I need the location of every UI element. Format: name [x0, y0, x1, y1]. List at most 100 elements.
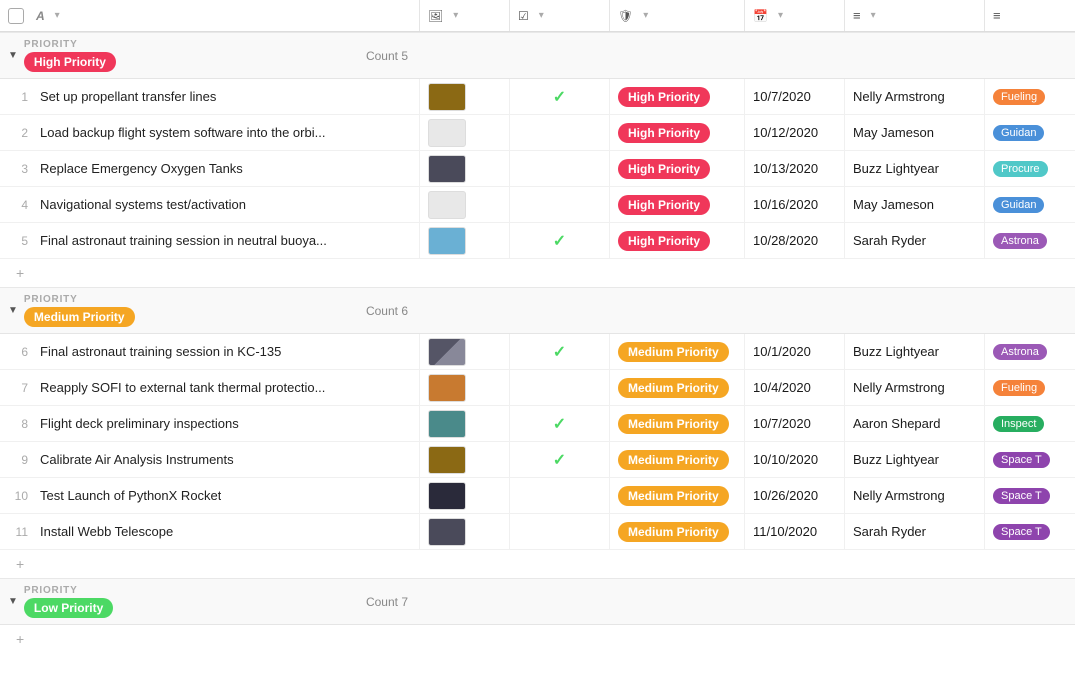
priority-col-icon: 🛡: [618, 9, 633, 23]
add-icon: +: [16, 631, 24, 647]
dept-cell: Inspect: [985, 406, 1075, 441]
photo-cell[interactable]: [420, 151, 510, 186]
photo-cell[interactable]: [420, 223, 510, 258]
task-cell: 8 Flight deck preliminary inspections: [0, 406, 420, 441]
add-row-high[interactable]: +: [0, 259, 1075, 287]
photo-cell[interactable]: [420, 187, 510, 222]
dept-cell: Guidan: [985, 115, 1075, 150]
priority-cell[interactable]: Medium Priority: [610, 406, 745, 441]
priority-cell[interactable]: High Priority: [610, 115, 745, 150]
group-count-high: Count 5: [366, 49, 408, 63]
deadline-cell: 10/1/2020: [745, 334, 845, 369]
collapse-arrow-high[interactable]: ▼: [8, 50, 18, 61]
deadline-col-arrow[interactable]: ▾: [778, 10, 783, 21]
photo-thumb: [428, 410, 466, 438]
contact-column-header: ≡ ▾: [845, 0, 985, 31]
photo-cell[interactable]: [420, 478, 510, 513]
deadline-value: 10/26/2020: [753, 488, 818, 503]
contact-col-arrow[interactable]: ▾: [871, 10, 876, 21]
photo-thumb: [428, 191, 466, 219]
complete-cell[interactable]: ✓: [510, 406, 610, 441]
photo-cell[interactable]: [420, 79, 510, 114]
contact-cell: Buzz Lightyear: [845, 442, 985, 477]
task-cell: 2 Load backup flight system software int…: [0, 115, 420, 150]
add-icon: +: [16, 265, 24, 281]
table-row: 1 Set up propellant transfer lines ✓ Hig…: [0, 79, 1075, 115]
main-table: A ▾ 🖼 ▾ ☑ ▾ 🛡 ▾ 📅 ▾ ≡ ▾: [0, 0, 1075, 675]
table-row: 4 Navigational systems test/activation H…: [0, 187, 1075, 223]
select-all-checkbox[interactable]: [8, 8, 24, 24]
complete-cell[interactable]: [510, 370, 610, 405]
complete-cell[interactable]: [510, 151, 610, 186]
group-header-low: ▼ PRIORITY Low Priority Count 7: [0, 578, 1075, 625]
add-row-medium[interactable]: +: [0, 550, 1075, 578]
priority-col-arrow[interactable]: ▾: [643, 10, 648, 21]
photo-cell[interactable]: [420, 334, 510, 369]
collapse-arrow-low[interactable]: ▼: [8, 596, 18, 607]
complete-col-arrow[interactable]: ▾: [539, 10, 544, 21]
collapse-arrow-medium[interactable]: ▼: [8, 305, 18, 316]
group-badge-high: High Priority: [24, 52, 116, 72]
photo-cell[interactable]: [420, 115, 510, 150]
complete-cell[interactable]: [510, 478, 610, 513]
photo-cell[interactable]: [420, 406, 510, 441]
table-header: A ▾ 🖼 ▾ ☑ ▾ 🛡 ▾ 📅 ▾ ≡ ▾: [0, 0, 1075, 32]
priority-badge: Medium Priority: [618, 522, 729, 542]
task-cell: 9 Calibrate Air Analysis Instruments: [0, 442, 420, 477]
photo-cell[interactable]: [420, 442, 510, 477]
deadline-value: 10/7/2020: [753, 89, 811, 104]
photo-thumb: [428, 446, 466, 474]
complete-cell[interactable]: ✓: [510, 223, 610, 258]
photo-cell[interactable]: [420, 514, 510, 549]
priority-cell[interactable]: Medium Priority: [610, 478, 745, 513]
task-cell: 1 Set up propellant transfer lines: [0, 79, 420, 114]
priority-cell[interactable]: Medium Priority: [610, 514, 745, 549]
dept-cell: Astrona: [985, 223, 1075, 258]
priority-badge: Medium Priority: [618, 450, 729, 470]
complete-check: ✓: [553, 87, 566, 107]
task-name: Test Launch of PythonX Rocket: [40, 488, 221, 503]
row-number: 7: [8, 381, 28, 395]
task-cell: 5 Final astronaut training session in ne…: [0, 223, 420, 258]
dept-cell: Space T: [985, 478, 1075, 513]
task-col-arrow[interactable]: ▾: [55, 10, 60, 21]
complete-check: ✓: [553, 414, 566, 434]
group-count-medium: Count 6: [366, 304, 408, 318]
priority-cell[interactable]: High Priority: [610, 151, 745, 186]
deadline-value: 10/10/2020: [753, 452, 818, 467]
table-row: 10 Test Launch of PythonX Rocket Medium …: [0, 478, 1075, 514]
task-name: Install Webb Telescope: [40, 524, 173, 539]
complete-cell[interactable]: ✓: [510, 442, 610, 477]
group-header-high: ▼ PRIORITY High Priority Count 5: [0, 32, 1075, 79]
photo-thumb: [428, 83, 466, 111]
complete-cell[interactable]: [510, 187, 610, 222]
contact-value: Buzz Lightyear: [853, 344, 939, 359]
priority-cell[interactable]: High Priority: [610, 223, 745, 258]
task-column-header: A ▾: [0, 0, 420, 31]
dept-badge: Space T: [993, 452, 1050, 468]
dept-column-header: ≡: [985, 0, 1075, 31]
complete-cell[interactable]: [510, 115, 610, 150]
priority-cell[interactable]: Medium Priority: [610, 442, 745, 477]
row-number: 2: [8, 126, 28, 140]
deadline-cell: 10/7/2020: [745, 406, 845, 441]
complete-cell[interactable]: ✓: [510, 334, 610, 369]
priority-badge: Medium Priority: [618, 486, 729, 506]
photo-cell[interactable]: [420, 370, 510, 405]
dept-badge: Space T: [993, 524, 1050, 540]
table-row: 2 Load backup flight system software int…: [0, 115, 1075, 151]
complete-cell[interactable]: ✓: [510, 79, 610, 114]
priority-cell[interactable]: High Priority: [610, 79, 745, 114]
priority-cell[interactable]: Medium Priority: [610, 334, 745, 369]
priority-cell[interactable]: Medium Priority: [610, 370, 745, 405]
photos-col-arrow[interactable]: ▾: [453, 10, 458, 21]
photos-col-icon: 🖼: [428, 9, 443, 23]
complete-cell[interactable]: [510, 514, 610, 549]
priority-cell[interactable]: High Priority: [610, 187, 745, 222]
priority-badge: Medium Priority: [618, 378, 729, 398]
deadline-cell: 11/10/2020: [745, 514, 845, 549]
task-name: Calibrate Air Analysis Instruments: [40, 452, 234, 467]
dept-badge: Astrona: [993, 233, 1047, 249]
priority-badge: High Priority: [618, 87, 710, 107]
add-row-low[interactable]: +: [0, 625, 1075, 653]
